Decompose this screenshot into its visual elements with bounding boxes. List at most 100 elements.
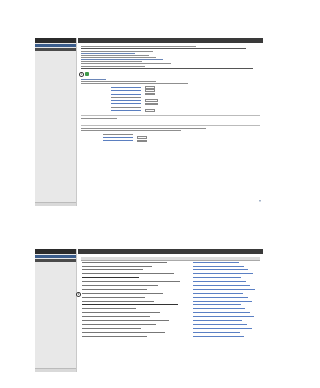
sidebar-item[interactable] [35, 258, 76, 263]
link-line[interactable] [192, 296, 248, 298]
text-line [82, 316, 150, 318]
sidebar-footer [35, 202, 76, 206]
screenshot-top: 1 » [35, 38, 263, 206]
table-row [81, 334, 260, 338]
form-input[interactable] [137, 136, 147, 139]
step-number-badge: 2 [76, 292, 81, 297]
form-label [111, 86, 141, 88]
text-line [81, 50, 153, 52]
text-line [81, 63, 171, 65]
text-line [81, 48, 246, 50]
link-line[interactable] [192, 265, 244, 267]
link-line[interactable] [192, 261, 240, 263]
link-line[interactable] [192, 300, 253, 302]
sidebar-header [35, 38, 76, 43]
link-line[interactable] [192, 273, 254, 275]
sidebar-item[interactable] [35, 47, 76, 52]
text-line [81, 82, 189, 84]
text-line [82, 323, 157, 325]
settings-form [111, 86, 173, 112]
link-line[interactable] [192, 281, 246, 283]
text-line [81, 127, 207, 129]
divider [81, 124, 260, 126]
form-input[interactable] [145, 99, 158, 102]
form-label [111, 100, 141, 101]
settings-form-2 [103, 133, 151, 143]
text-line [81, 52, 135, 54]
form-label [103, 133, 133, 135]
text-line [82, 281, 181, 283]
sidebar-header [35, 249, 76, 254]
form-input[interactable] [137, 139, 147, 143]
text-line [82, 277, 139, 279]
text-line [82, 308, 137, 310]
form-label [111, 106, 141, 108]
link-line[interactable] [192, 288, 256, 290]
main-pane: 1 » [78, 38, 263, 206]
sidebar-item-active[interactable] [35, 254, 76, 259]
form-input[interactable] [145, 102, 158, 106]
form-label [111, 93, 141, 95]
sidebar [35, 38, 77, 206]
sidebar [35, 249, 77, 372]
text-line [82, 312, 161, 314]
link-line[interactable] [192, 316, 255, 318]
text-line [82, 335, 148, 337]
text-line [81, 117, 117, 119]
text-line [81, 54, 150, 56]
divider [81, 115, 260, 116]
main-pane: 2 [76, 249, 263, 372]
link-line[interactable] [192, 277, 242, 279]
form-label [103, 137, 133, 138]
form-input[interactable] [145, 109, 155, 112]
text-line [82, 288, 148, 290]
screenshot-bottom: 2 [35, 249, 263, 372]
form-label [111, 90, 141, 92]
link-line[interactable] [192, 269, 249, 271]
table-body [81, 260, 260, 338]
text-line [81, 56, 157, 58]
link-line[interactable] [192, 335, 245, 337]
instructions-content: 1 [78, 43, 263, 145]
text-line [82, 327, 141, 329]
green-square-icon [85, 72, 89, 76]
form-input[interactable] [145, 89, 155, 92]
form-input[interactable] [145, 92, 155, 96]
link-line[interactable] [192, 320, 243, 321]
settings-table [81, 257, 260, 338]
text-line [82, 273, 174, 275]
link-line[interactable] [192, 285, 251, 286]
text-line [81, 129, 182, 131]
text-line [82, 292, 163, 294]
link-line[interactable] [192, 304, 241, 306]
link-line[interactable] [192, 323, 248, 325]
link-line[interactable] [192, 308, 246, 310]
setting-link-cell[interactable] [192, 334, 260, 338]
text-line [81, 46, 196, 48]
form-label [111, 103, 141, 105]
link-line[interactable] [192, 327, 252, 329]
double-chevron-right-icon[interactable]: » [259, 199, 261, 203]
setting-name-cell [81, 334, 192, 338]
text-line [82, 320, 170, 321]
text-line [81, 67, 253, 69]
text-line [82, 304, 178, 306]
text-line [82, 296, 146, 298]
list-content: 2 [76, 254, 263, 340]
sidebar-item-active[interactable] [35, 43, 76, 48]
link-line[interactable] [192, 331, 240, 333]
text-line [81, 65, 146, 67]
link-line[interactable] [192, 312, 250, 314]
text-line [81, 59, 164, 60]
text-line [82, 331, 165, 333]
form-row [103, 139, 151, 143]
text-line [82, 300, 154, 302]
form-input[interactable] [145, 86, 155, 89]
text-line [81, 78, 107, 80]
form-label [111, 96, 141, 98]
link-line[interactable] [192, 292, 244, 294]
text-line [82, 269, 144, 271]
form-label [103, 140, 133, 142]
step-number-badge: 1 [79, 71, 84, 77]
form-row [111, 109, 173, 112]
